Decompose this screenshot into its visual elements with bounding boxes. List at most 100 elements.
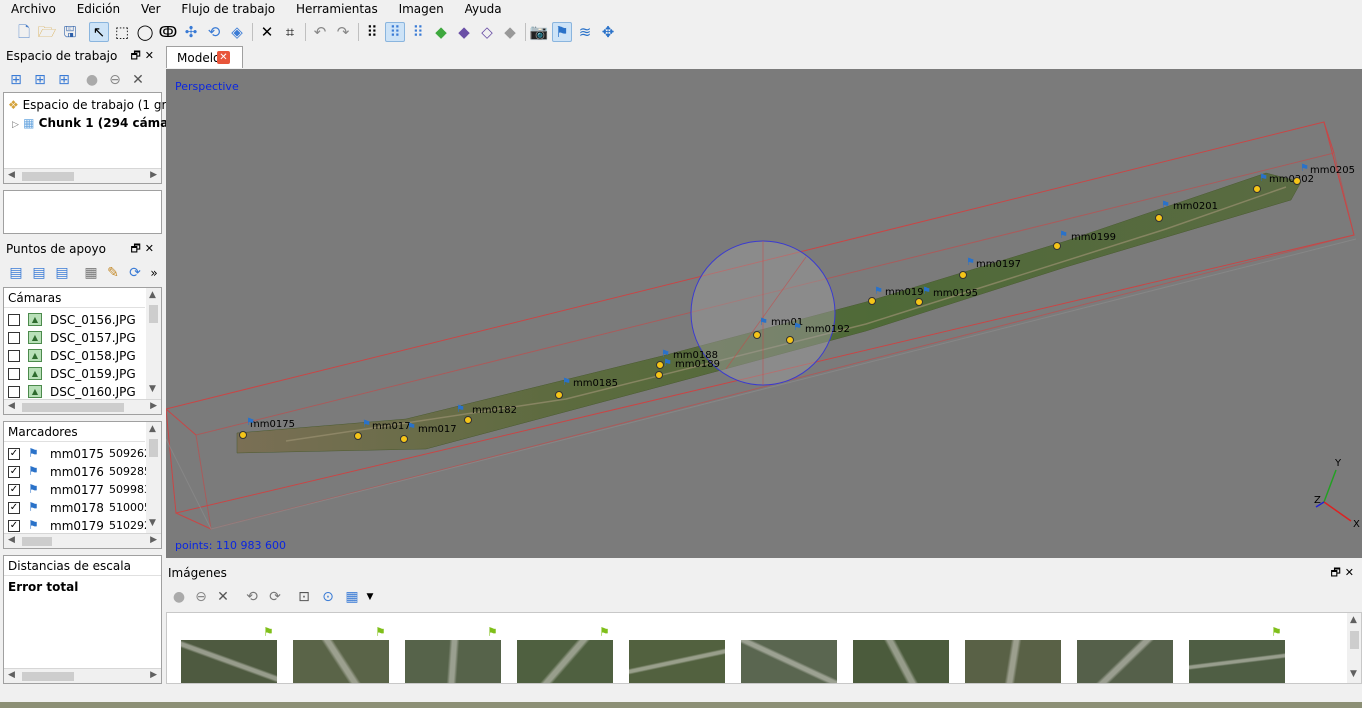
marker-checkbox[interactable]: ✓ bbox=[8, 502, 20, 514]
camera-checkbox[interactable] bbox=[8, 332, 20, 344]
panel-float-close-icon[interactable]: 🗗✕ bbox=[130, 47, 158, 65]
image-thumbnail[interactable] bbox=[181, 640, 277, 683]
save-icon[interactable]: 🖫 bbox=[60, 22, 80, 42]
cameras-hscroll[interactable]: ◀ ▶ bbox=[4, 399, 161, 414]
rotate-left-icon[interactable]: ⟲ bbox=[242, 587, 262, 607]
update-icon[interactable]: ⟳ bbox=[125, 263, 145, 283]
image-thumbnail[interactable] bbox=[741, 640, 837, 683]
menu-imagen[interactable]: Imagen bbox=[388, 0, 450, 17]
tool-pencil-icon[interactable]: ✎ bbox=[103, 263, 123, 283]
image-thumbnail[interactable] bbox=[1189, 640, 1285, 683]
add-folder-icon[interactable]: ⊞ bbox=[54, 70, 74, 90]
image-thumbnail[interactable] bbox=[629, 640, 725, 683]
enable-icon[interactable]: ● bbox=[82, 70, 102, 90]
panel-float-close-icon[interactable]: 🗗✕ bbox=[130, 240, 158, 258]
image-thumbnail[interactable] bbox=[1077, 640, 1173, 683]
workspace-root-item[interactable]: ❖ Espacio de trabajo (1 gru bbox=[8, 96, 174, 114]
model-viewport[interactable]: mm0175 ⚑ mm017 ⚑ mm017 ⚑ mm0182 ⚑ mm0185 ⚑ mm… bbox=[166, 69, 1362, 558]
select-pointer-icon[interactable]: ↖ bbox=[89, 22, 109, 42]
camera-checkbox[interactable] bbox=[8, 386, 20, 398]
remove-icon[interactable]: ✕ bbox=[128, 70, 148, 90]
redo-icon[interactable]: ↷ bbox=[333, 22, 353, 42]
show-region-icon[interactable]: ≋ bbox=[575, 22, 595, 42]
add-photos-icon[interactable]: ⊞ bbox=[30, 70, 50, 90]
reset-view-icon[interactable]: ✥ bbox=[598, 22, 618, 42]
wireframe-model-icon[interactable]: ◇ bbox=[477, 22, 497, 42]
camera-checkbox[interactable] bbox=[8, 314, 20, 326]
thumbnails-vscroll[interactable]: ▲ ▼ bbox=[1347, 613, 1361, 683]
panel-float-close-icon[interactable]: 🗗✕ bbox=[1330, 564, 1358, 582]
marker-row[interactable]: ✓ ⚑ mm0178 510005 bbox=[8, 499, 151, 517]
rotate-icon[interactable]: ⟲ bbox=[204, 22, 224, 42]
point-cloud-icon[interactable]: ⠿ bbox=[362, 22, 382, 42]
rectangle-select-icon[interactable]: ⬚ bbox=[112, 22, 132, 42]
image-thumbnail[interactable] bbox=[517, 640, 613, 683]
dense-cloud-icon[interactable]: ⠿ bbox=[385, 22, 405, 42]
more-chevron-icon[interactable]: » bbox=[144, 263, 164, 283]
markers-column-header[interactable]: Marcadores bbox=[4, 422, 145, 442]
rotate-right-icon[interactable]: ⟳ bbox=[265, 587, 285, 607]
image-thumbnail[interactable] bbox=[405, 640, 501, 683]
close-icon[interactable]: ✕ bbox=[217, 51, 230, 64]
cameras-column-header[interactable]: Cámaras bbox=[4, 288, 145, 308]
undo-icon[interactable]: ↶ bbox=[310, 22, 330, 42]
crop-icon[interactable]: ⌗ bbox=[280, 22, 300, 42]
disable-icon[interactable]: ⊖ bbox=[191, 587, 211, 607]
camera-checkbox[interactable] bbox=[8, 368, 20, 380]
cameras-vscroll[interactable]: ▲ ▼ bbox=[146, 288, 161, 400]
menu-edicion[interactable]: Edición bbox=[66, 0, 126, 17]
svg-text:Y: Y bbox=[1334, 458, 1342, 469]
solid-model-icon[interactable]: ◆ bbox=[454, 22, 474, 42]
menu-herramientas[interactable]: Herramientas bbox=[285, 0, 384, 17]
menu-ver[interactable]: Ver bbox=[130, 0, 167, 17]
marker-checkbox[interactable]: ✓ bbox=[8, 484, 20, 496]
marker-checkbox[interactable]: ✓ bbox=[8, 448, 20, 460]
svg-text:⚑: ⚑ bbox=[456, 404, 465, 415]
shaded-model-icon[interactable]: ◆ bbox=[500, 22, 520, 42]
menu-ayuda[interactable]: Ayuda bbox=[454, 0, 508, 17]
scale-column-header[interactable]: Distancias de escala bbox=[4, 556, 161, 576]
marker-checkbox[interactable]: ✓ bbox=[8, 466, 20, 478]
delete-selection-icon[interactable]: ✕ bbox=[257, 22, 277, 42]
import-markers-icon[interactable]: ▤ bbox=[6, 263, 26, 283]
add-chunk-icon[interactable]: ⊞ bbox=[6, 70, 26, 90]
table-icon[interactable]: ▦ bbox=[81, 263, 101, 283]
show-cameras-icon[interactable]: 📷 bbox=[529, 22, 549, 42]
free-form-select-icon[interactable]: ↂ bbox=[158, 22, 178, 42]
export-markers-icon[interactable]: ▤ bbox=[29, 263, 49, 283]
circle-select-icon[interactable]: ◯ bbox=[135, 22, 155, 42]
new-file-icon[interactable]: 🗋 bbox=[14, 22, 34, 42]
menu-archivo[interactable]: Archivo bbox=[0, 0, 62, 17]
image-thumbnail[interactable] bbox=[853, 640, 949, 683]
marker-checkbox[interactable]: ✓ bbox=[8, 520, 20, 532]
disable-icon[interactable]: ⊖ bbox=[105, 70, 125, 90]
expand-chevron-icon[interactable]: ▷ bbox=[12, 120, 19, 130]
dense-cloud-classes-icon[interactable]: ⠿ bbox=[408, 22, 428, 42]
open-folder-icon[interactable]: 🗁 bbox=[37, 22, 57, 42]
image-thumbnail[interactable] bbox=[293, 640, 389, 683]
scale-hscroll[interactable]: ◀ ▶ bbox=[4, 668, 161, 683]
reset-filter-icon[interactable]: ⊙ bbox=[318, 587, 338, 607]
menu-flujo-de-trabajo[interactable]: Flujo de trabajo bbox=[170, 0, 281, 17]
filter-cameras-icon[interactable]: ⊡ bbox=[294, 587, 314, 607]
dropdown-chevron-icon[interactable]: ▼ bbox=[360, 587, 380, 607]
camera-checkbox[interactable] bbox=[8, 350, 20, 362]
workspace-hscroll[interactable]: ◀ ▶ bbox=[4, 168, 161, 183]
marker-row[interactable]: ✓ ⚑ mm0177 509983 bbox=[8, 481, 151, 499]
tab-modelo[interactable]: Modelo ✕ bbox=[166, 46, 243, 68]
image-thumbnail[interactable] bbox=[965, 640, 1061, 683]
show-markers-icon[interactable]: ⚑ bbox=[552, 22, 572, 42]
navigation-icon[interactable]: ✣ bbox=[181, 22, 201, 42]
save-markers-icon[interactable]: ▤ bbox=[52, 263, 72, 283]
view-mode-icon[interactable]: ▦ bbox=[342, 587, 362, 607]
move-object-icon[interactable]: ◈ bbox=[227, 22, 247, 42]
marker-row[interactable]: ✓ ⚑ mm0175 509262 bbox=[8, 445, 151, 463]
remove-icon[interactable]: ✕ bbox=[213, 587, 233, 607]
markers-hscroll[interactable]: ◀ ▶ bbox=[4, 533, 161, 548]
chunk-item[interactable]: ▷ ▦ Chunk 1 (294 cámar bbox=[12, 114, 174, 132]
enable-icon[interactable]: ● bbox=[169, 587, 189, 607]
marker-pin[interactable]: mm0189⚑ bbox=[656, 358, 720, 370]
marker-row[interactable]: ✓ ⚑ mm0176 509285 bbox=[8, 463, 151, 481]
textured-model-icon[interactable]: ◆ bbox=[431, 22, 451, 42]
markers-vscroll[interactable]: ▲ ▼ bbox=[146, 422, 161, 534]
